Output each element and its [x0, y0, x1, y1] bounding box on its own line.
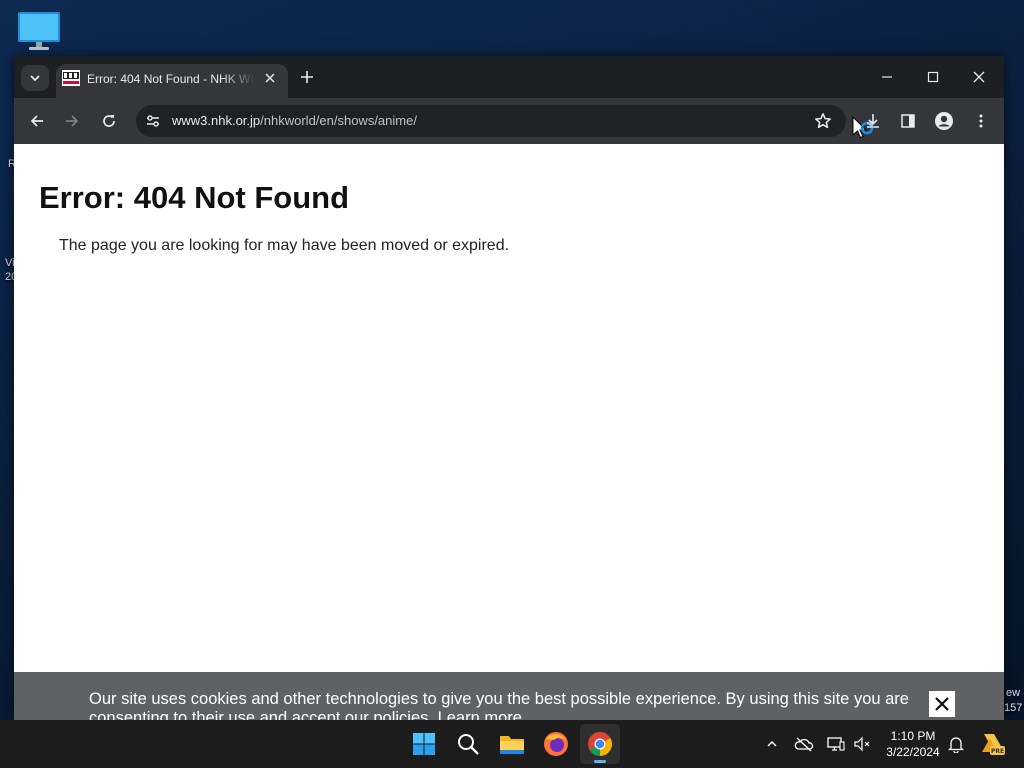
this-pc-icon[interactable]: [16, 10, 62, 52]
display-icon: [827, 737, 845, 751]
active-indicator: [594, 760, 606, 763]
start-button[interactable]: [404, 724, 444, 764]
volume-muted-icon: [854, 736, 870, 752]
star-icon: [815, 113, 831, 129]
copilot-button[interactable]: PRE: [980, 730, 1006, 758]
cookie-banner: Our site uses cookies and other technolo…: [14, 672, 1004, 720]
minimize-icon: [882, 76, 892, 78]
taskbar-search-button[interactable]: [448, 724, 488, 764]
forward-button[interactable]: [60, 109, 84, 133]
close-icon: [935, 697, 949, 711]
minimize-button[interactable]: [864, 64, 910, 90]
tune-icon: [147, 115, 159, 127]
desktop-label-fragment: 157: [1004, 702, 1023, 714]
url-path: /nhkworld/en/shows/anime/: [260, 113, 417, 128]
learn-more-link[interactable]: Learn more: [438, 709, 522, 720]
page-content: Error: 404 Not Found The page you are lo…: [14, 144, 1004, 720]
nhk-favicon: [62, 70, 80, 86]
close-window-button[interactable]: [956, 64, 1002, 90]
url-text[interactable]: www3.nhk.or.jp/nhkworld/en/shows/anime/: [172, 113, 417, 129]
cookie-text-block: Our site uses cookies and other technolo…: [89, 690, 909, 720]
address-bar[interactable]: www3.nhk.or.jp/nhkworld/en/shows/anime/: [136, 105, 846, 137]
bell-icon: [948, 737, 964, 753]
profile-icon: [935, 112, 953, 130]
maximize-button[interactable]: [910, 64, 956, 90]
page-title: Error: 404 Not Found: [39, 180, 350, 215]
taskbar: 1:10 PM 3/22/2024 PRE: [0, 720, 1024, 768]
bookmark-button[interactable]: [812, 111, 834, 131]
busy-cursor-icon: [852, 116, 874, 139]
maximize-icon: [927, 71, 939, 83]
close-icon[interactable]: [262, 70, 278, 86]
plus-icon[interactable]: [297, 67, 317, 87]
cookie-close-button[interactable]: [929, 691, 955, 717]
reload-button[interactable]: [97, 109, 121, 133]
show-hidden-icons-button[interactable]: [762, 734, 782, 754]
close-icon: [973, 71, 985, 83]
side-panel-icon: [901, 114, 915, 128]
clock-time: 1:10 PM: [890, 729, 936, 743]
browser-window: Error: 404 Not Found - NHK WORLD: [14, 56, 1004, 720]
file-explorer-icon: [500, 736, 524, 754]
browser-tab-active[interactable]: Error: 404 Not Found - NHK WORLD: [56, 64, 288, 98]
tab-search-button[interactable]: [21, 65, 49, 91]
tab-title: Error: 404 Not Found - NHK WORLD: [87, 72, 255, 86]
more-vert-icon: [979, 114, 983, 128]
chrome-icon: [588, 732, 613, 756]
notifications-button[interactable]: [946, 734, 966, 754]
desktop-label-fragment: ew: [1006, 687, 1021, 699]
chevron-up-icon: [767, 740, 777, 747]
firefox-icon: [544, 732, 568, 756]
clock[interactable]: 1:10 PM 3/22/2024: [880, 728, 946, 760]
onedrive-offline-icon: [794, 737, 814, 752]
network-button[interactable]: [826, 734, 846, 754]
tab-strip: Error: 404 Not Found - NHK WORLD: [14, 56, 1004, 98]
error-message: The page you are looking for may have be…: [59, 237, 510, 254]
back-button[interactable]: [25, 109, 49, 133]
profile-button[interactable]: [932, 109, 956, 133]
reload-icon: [103, 115, 115, 127]
forward-arrow-icon: [66, 115, 79, 127]
file-explorer-button[interactable]: [492, 724, 532, 764]
side-panel-button[interactable]: [896, 109, 920, 133]
chrome-button[interactable]: [580, 724, 620, 764]
chevron-down-icon: [30, 75, 40, 82]
search-icon: [458, 734, 479, 755]
windows-start-icon: [413, 733, 435, 755]
onedrive-button[interactable]: [794, 734, 814, 754]
url-host: www3.nhk.or.jp: [172, 113, 261, 128]
site-info-button[interactable]: [142, 110, 164, 132]
copilot-icon: PRE: [982, 734, 1005, 755]
menu-button[interactable]: [969, 109, 993, 133]
firefox-button[interactable]: [536, 724, 576, 764]
volume-button[interactable]: [852, 734, 872, 754]
back-arrow-icon: [30, 115, 43, 127]
copilot-badge: PRE: [991, 748, 1004, 755]
clock-date: 3/22/2024: [886, 745, 940, 759]
